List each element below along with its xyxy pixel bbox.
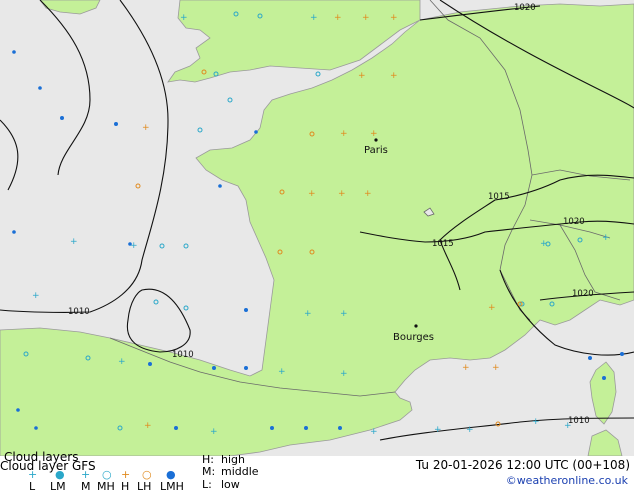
svg-text:+: + <box>32 291 40 301</box>
key-code-high: H: <box>202 453 214 466</box>
city-dot <box>414 324 418 328</box>
svg-text:+: + <box>358 71 366 81</box>
svg-text:+: + <box>602 233 610 243</box>
svg-text:+: + <box>532 417 540 427</box>
isobar-label: 1010 <box>172 350 194 360</box>
svg-text:+: + <box>340 309 348 319</box>
legend-code: LMH <box>160 480 184 493</box>
legend-symbol-lm: ● <box>55 468 65 481</box>
svg-text:+: + <box>370 427 378 437</box>
svg-text:+: + <box>466 425 474 435</box>
legend-symbol-l: + <box>28 468 38 481</box>
legend-panel: Cloud layers Cloud layer GFS + ● + ○ + ○… <box>0 451 634 493</box>
svg-text:+: + <box>144 421 152 431</box>
weather-map: 1020 1015 1015 1020 1020 1010 1010 1010 … <box>0 0 634 456</box>
svg-text:+: + <box>564 421 572 431</box>
legend-symbol-h: + <box>121 468 131 481</box>
credit-link[interactable]: ©weatheronline.co.uk <box>506 474 628 487</box>
svg-text:+: + <box>130 241 138 251</box>
svg-text:+: + <box>180 13 188 23</box>
svg-text:+: + <box>434 425 442 435</box>
svg-text:+: + <box>390 71 398 81</box>
legend-code: M <box>81 480 91 493</box>
isobar-label: 1010 <box>68 307 90 317</box>
key-code-low: L: <box>202 478 212 491</box>
svg-text:+: + <box>540 239 548 249</box>
svg-text:+: + <box>462 363 470 373</box>
svg-text:+: + <box>492 363 500 373</box>
key-label-middle: middle <box>221 465 259 478</box>
key-code-middle: M: <box>202 465 216 478</box>
svg-text:+: + <box>338 189 346 199</box>
svg-text:+: + <box>488 303 496 313</box>
svg-text:+: + <box>340 369 348 379</box>
city-label: Bourges <box>393 332 434 343</box>
legend-code: H <box>121 480 130 493</box>
legend-code: L <box>29 480 36 493</box>
isobar-label: 1020 <box>572 289 594 299</box>
svg-text:+: + <box>210 427 218 437</box>
svg-text:+: + <box>340 129 348 139</box>
legend-code: LH <box>137 480 152 493</box>
svg-text:+: + <box>334 13 342 23</box>
svg-text:+: + <box>308 189 316 199</box>
svg-text:+: + <box>70 237 78 247</box>
legend-symbol-lmh: ● <box>166 468 176 481</box>
svg-text:+: + <box>142 123 150 133</box>
legend-code: MH <box>97 480 115 493</box>
isobar-label: 1020 <box>514 3 536 13</box>
svg-text:+: + <box>370 129 378 139</box>
isobar-label: 1015 <box>432 239 454 249</box>
city-label: Paris <box>364 145 388 156</box>
svg-text:+: + <box>118 357 126 367</box>
forecast-datetime: Tu 20-01-2026 12:00 UTC (00+108) <box>415 458 630 472</box>
legend-symbol-m: + <box>81 468 91 481</box>
key-label-low: low <box>221 478 240 491</box>
legend-symbol-mh: ○ <box>102 468 112 481</box>
svg-text:+: + <box>390 13 398 23</box>
legend-symbol-lh: ○ <box>142 468 152 481</box>
isobar-label: 1020 <box>563 217 585 227</box>
svg-text:+: + <box>278 367 286 377</box>
legend-code: LM <box>50 480 66 493</box>
isobar-label: 1015 <box>488 192 510 202</box>
svg-text:+: + <box>364 189 372 199</box>
key-label-high: high <box>221 453 245 466</box>
svg-text:+: + <box>310 13 318 23</box>
svg-text:+: + <box>362 13 370 23</box>
svg-text:+: + <box>304 309 312 319</box>
